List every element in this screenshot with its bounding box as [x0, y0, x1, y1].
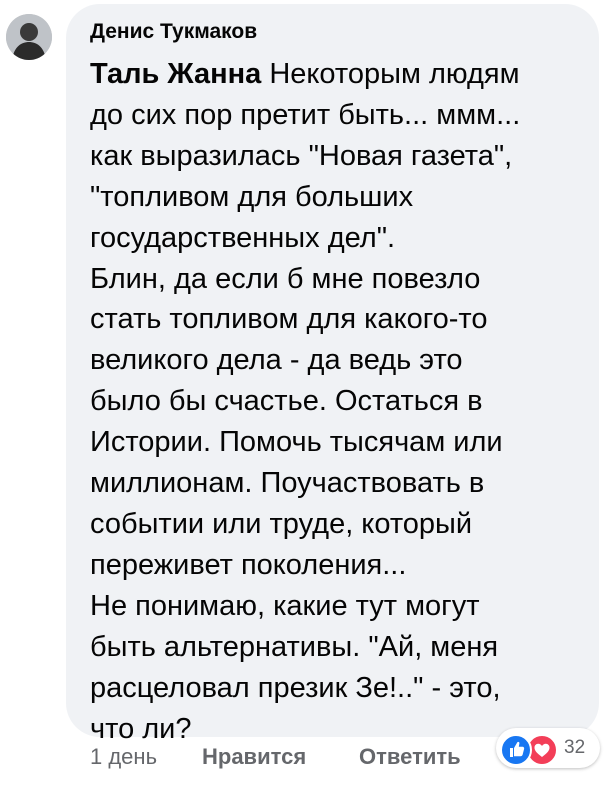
- comment-line: великого дела - да ведь это: [90, 344, 463, 377]
- mention-link[interactable]: Таль Жанна: [90, 58, 261, 90]
- comment-line: государственных дел".: [90, 221, 396, 254]
- comment-text: Таль Жанна Некоторым людям до сих пор пр…: [90, 54, 590, 749]
- comment-line: Блин, да если б мне повезло: [90, 262, 481, 295]
- comment-author[interactable]: Денис Тукмаков: [90, 20, 257, 44]
- comment: Денис Тукмаков Таль Жанна Некоторым людя…: [0, 0, 606, 791]
- comment-line: событии или труде, который: [90, 507, 473, 540]
- reactions-summary[interactable]: 32: [496, 728, 600, 768]
- comment-line: было бы счастье. Остаться в: [90, 385, 483, 418]
- reaction-count: 32: [564, 737, 586, 758]
- avatar-image: [6, 14, 52, 60]
- comment-line: быть альтернативы. "Ай, меня: [90, 630, 499, 663]
- comment-line: "топливом для больших: [90, 180, 414, 213]
- comment-line: Истории. Помочь тысячам или: [90, 426, 503, 459]
- comment-line: стать топливом для какого-то: [90, 303, 488, 336]
- like-icon: [500, 734, 532, 766]
- avatar[interactable]: [6, 14, 52, 60]
- like-button[interactable]: Нравится: [202, 744, 306, 770]
- comment-line: переживет поколения...: [90, 548, 407, 581]
- comment-line: расцеловал презик Зе!.." - это,: [90, 671, 501, 704]
- reply-button[interactable]: Ответить: [359, 744, 461, 770]
- comment-line: Не понимаю, какие тут могут: [90, 589, 480, 622]
- comment-line: как выразилась "Новая газета",: [90, 139, 513, 172]
- comment-line: миллионам. Поучаствовать в: [90, 467, 485, 500]
- comment-line: до сих пор претит быть... ммм...: [90, 98, 521, 131]
- timestamp-link[interactable]: 1 день: [90, 744, 157, 770]
- comment-line-text: Некоторым людям: [261, 58, 520, 90]
- comment-line-1: Таль Жанна Некоторым людям: [90, 54, 590, 95]
